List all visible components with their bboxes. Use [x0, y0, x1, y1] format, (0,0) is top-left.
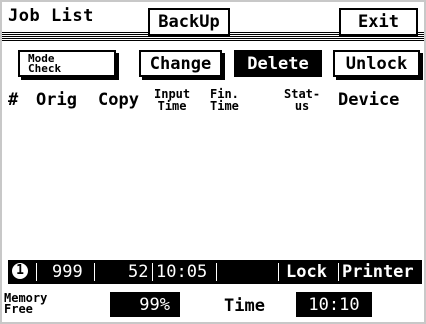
table-row[interactable]: 1 999 52 10:05 Lock Printer: [8, 260, 422, 284]
column-divider: [94, 263, 95, 281]
column-divider: [338, 263, 339, 281]
job-copy: 52: [128, 262, 149, 282]
mode-check-label-line2: Check: [28, 61, 62, 75]
column-divider: [278, 263, 279, 281]
col-header-copy: Copy: [98, 90, 139, 110]
col-header-input-time: Input Time: [154, 88, 190, 112]
job-device: Printer: [342, 262, 414, 282]
backup-button[interactable]: BackUp: [148, 8, 230, 36]
column-divider: [216, 263, 217, 281]
memory-free-value: 99%: [110, 292, 180, 317]
col-header-num: #: [8, 90, 19, 110]
time-value: 10:10: [296, 292, 372, 317]
change-button[interactable]: Change: [139, 50, 222, 77]
job-list-screen: Job List BackUp Exit Mode Check Change D…: [2, 2, 424, 322]
col-header-input-line2: Time: [157, 99, 187, 113]
col-header-status: Stat- us: [284, 88, 320, 112]
col-header-fin-time: Fin. Time: [210, 88, 239, 112]
col-header-status-line2: us: [294, 99, 310, 113]
job-index-badge: 1: [12, 263, 28, 279]
job-status: Lock: [286, 262, 327, 282]
column-divider: [152, 263, 153, 281]
column-divider: [36, 263, 37, 281]
col-header-orig: Orig: [36, 90, 77, 110]
unlock-button[interactable]: Unlock: [333, 50, 420, 77]
col-header-device: Device: [338, 90, 400, 110]
page-title: Job List: [8, 6, 94, 26]
delete-button[interactable]: Delete: [234, 50, 322, 77]
title-bar: Job List BackUp Exit: [2, 2, 424, 41]
exit-button[interactable]: Exit: [339, 8, 418, 36]
mode-check-button[interactable]: Mode Check: [18, 50, 116, 77]
job-input-time: 10:05: [156, 262, 208, 282]
col-header-fin-line2: Time: [210, 99, 239, 113]
memory-free-label: Memory Free: [4, 292, 47, 316]
job-orig: 999: [52, 262, 83, 282]
time-label: Time: [224, 296, 265, 316]
memory-label-line2: Free: [4, 302, 33, 316]
